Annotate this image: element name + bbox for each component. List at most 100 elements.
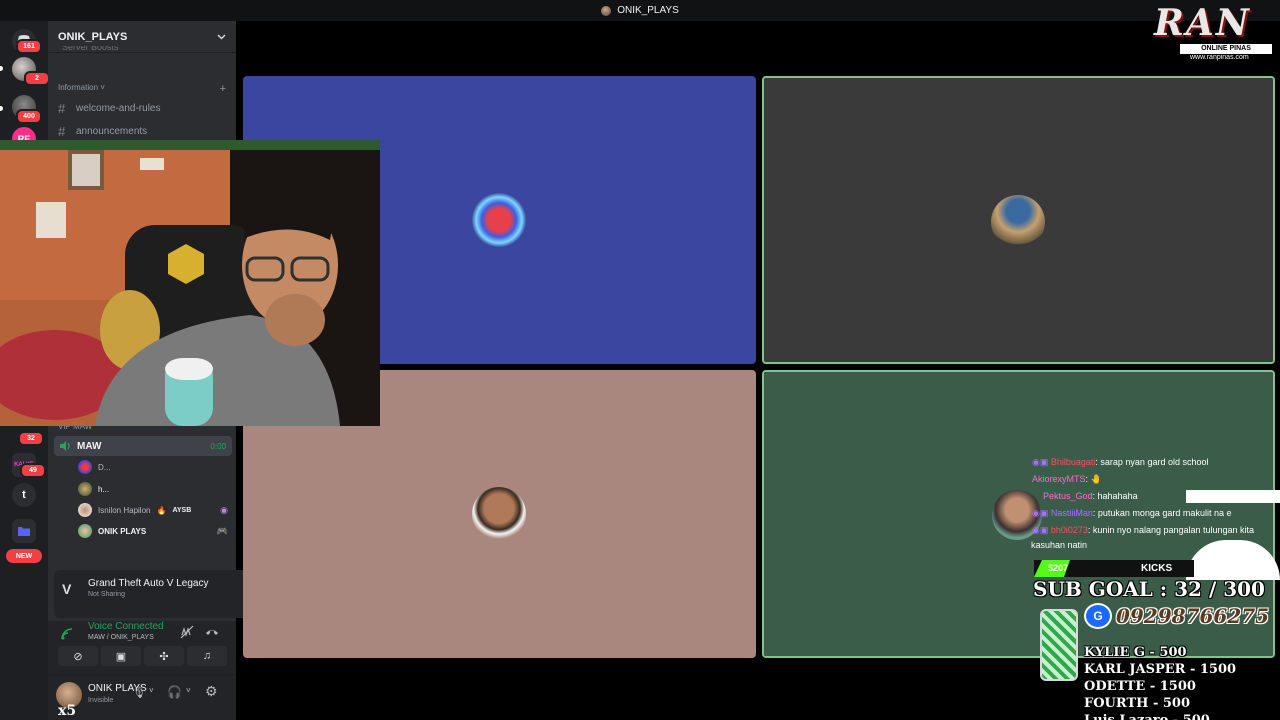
hash-icon: # [58, 100, 66, 116]
fire-icon: 🔥 [156, 505, 167, 515]
overlay-label: x5 [58, 703, 77, 719]
chat-badge-icon: ◉▣ [1032, 525, 1051, 535]
unread-dot [0, 66, 3, 71]
activities-icon: ✣ [159, 650, 169, 663]
logo-sub: ONLINE PINAS [1180, 44, 1272, 54]
avatar [472, 193, 526, 247]
user-status: Invisible [88, 697, 114, 704]
ran-logo: RAN ONLINE PINAS www.ranpinas.com [1146, 2, 1276, 64]
notification-badge: 32 [18, 431, 44, 446]
notification-badge: 49 [20, 463, 46, 478]
logo-main: RAN [1154, 2, 1251, 44]
chat-text: : sarap nyan gard old school [1095, 457, 1209, 467]
clan-tag: AYSB [172, 506, 192, 514]
unread-dot [0, 106, 3, 111]
chat-message: AkiorexyMTS: 🤚 [1032, 474, 1102, 485]
webcam-overlay [0, 140, 380, 426]
chat-message: ◉▣ NastiiiMan: putukan monga gard makuli… [1032, 508, 1231, 519]
avatar [78, 503, 92, 517]
chevron-down-icon[interactable]: ˅ [149, 686, 154, 695]
camera-off-icon: ⊘ [73, 650, 83, 663]
jar-icon [1040, 609, 1078, 681]
avatar [78, 482, 92, 496]
server-icon-label: t [22, 489, 26, 501]
folder-icon[interactable] [12, 519, 36, 543]
svg-text:V: V [62, 581, 72, 597]
voice-channel-label: MAW [77, 440, 102, 452]
webcam-image [0, 140, 380, 426]
soundboard-button[interactable]: ♫ [187, 646, 227, 666]
chevron-down-icon [217, 34, 226, 39]
voice-channel-maw[interactable]: MAW 0:00 [54, 436, 232, 456]
video-tile[interactable] [762, 76, 1275, 364]
share-screen-button[interactable]: ▣ [101, 646, 141, 666]
activities-button[interactable]: ✣ [144, 646, 184, 666]
new-badge: NEW [6, 549, 42, 563]
server-boosts-row[interactable]: Server Boosts [62, 46, 119, 54]
channel-announcements[interactable]: # announcements [58, 121, 228, 141]
gear-icon[interactable]: ⚙ [205, 683, 218, 700]
add-channel-icon[interactable]: + [220, 83, 226, 95]
voice-location[interactable]: MAW / ONIK_PLAYS [88, 634, 154, 641]
noise-suppression-icon[interactable] [180, 625, 194, 639]
title-avatar [601, 5, 612, 16]
speaker-icon [60, 441, 70, 451]
channel-label: announcements [76, 125, 148, 137]
avatar [78, 460, 92, 474]
kick-count: 5207 [1048, 563, 1069, 573]
chat-user: AkiorexyMTS [1032, 474, 1086, 484]
soundboard-icon: ♫ [202, 650, 212, 662]
channel-label: welcome-and-rules [76, 102, 161, 114]
chat-message: ◉▣ Bhilbuagati: sarap nyan gard old scho… [1032, 457, 1208, 468]
logo-url: www.ranpinas.com [1190, 54, 1249, 61]
chat-text: : 🤚 [1085, 474, 1102, 484]
notification-badge: 400 [16, 109, 42, 124]
chat-badge-icon: ◉▣ [1032, 457, 1051, 467]
chevron-down-icon[interactable]: ˅ [186, 686, 191, 695]
category-information[interactable]: Information ˅ + [58, 83, 226, 95]
server-icon[interactable]: t [12, 483, 36, 507]
camera-off-button[interactable]: ⊘ [58, 646, 98, 666]
notification-badge: 161 [16, 39, 42, 54]
microphone-icon[interactable]: 🎙 [132, 686, 146, 699]
connection-icon [61, 628, 73, 640]
chat-text: : hahahaha [1092, 491, 1138, 501]
game-name: Grand Theft Auto V Legacy [88, 578, 209, 589]
gcash-icon: G [1084, 603, 1112, 629]
chat-message: ◉▣ bh0i0273: kunin nyo nalang pangalan t… [1032, 525, 1254, 536]
sharing-status: Not Sharing [88, 591, 125, 598]
donor-entry: ODETTE - 1500 [1084, 679, 1196, 694]
avatar [991, 195, 1045, 249]
voice-user[interactable]: h... [78, 480, 228, 498]
notification-badge: 2 [24, 71, 50, 86]
game-controller-icon: 🎮 [216, 525, 228, 536]
chat-text: : kunin nyo nalang pangalan tulungan kit… [1087, 525, 1255, 535]
user-panel: x5 ONIK PLAYS Invisible 🎙 ˅ 🎧 ˅ ⚙ [48, 674, 236, 720]
disconnect-icon[interactable] [205, 627, 219, 637]
chat-user: bh0i0273 [1050, 525, 1088, 535]
overlay-white-bar [1186, 490, 1280, 503]
voice-user[interactable]: Isnilon Hapilon 🔥 AYSB ◉ [78, 501, 228, 519]
game-icon: V [62, 581, 72, 597]
voice-user-name: ONIK PLAYS [98, 526, 147, 536]
voice-user[interactable]: D... [78, 458, 228, 476]
voice-status[interactable]: Voice Connected [88, 621, 164, 632]
category-label: Information [58, 83, 99, 92]
donor-entry: KYLIE G - 500 [1084, 645, 1187, 660]
gcash-number: 09298766275 [1116, 604, 1270, 628]
hash-icon: # [58, 123, 66, 139]
chat-user: Bhilbuagati [1050, 457, 1096, 467]
donor-entry: KARL JASPER - 1500 [1084, 662, 1237, 677]
channel-welcome-and-rules[interactable]: # welcome-and-rules [58, 98, 228, 118]
avatar [472, 487, 526, 541]
title-bar: ONIK_PLAYS [0, 0, 1280, 21]
activity-icon: ◉ [220, 504, 228, 515]
voice-timer: 0:00 [210, 441, 226, 451]
voice-user[interactable]: ONIK PLAYS 🎮 [78, 522, 228, 540]
headphones-icon[interactable]: 🎧 [167, 685, 182, 699]
donor-entry: Luis Lazaro - 500 [1084, 713, 1210, 720]
chat-user: NastiiiMan [1050, 508, 1093, 518]
chat-user: Pektus_God [1043, 491, 1093, 501]
chat-message: Pektus_God: hahahaha [1043, 491, 1138, 501]
chat-badge-icon: ◉▣ [1032, 508, 1051, 518]
